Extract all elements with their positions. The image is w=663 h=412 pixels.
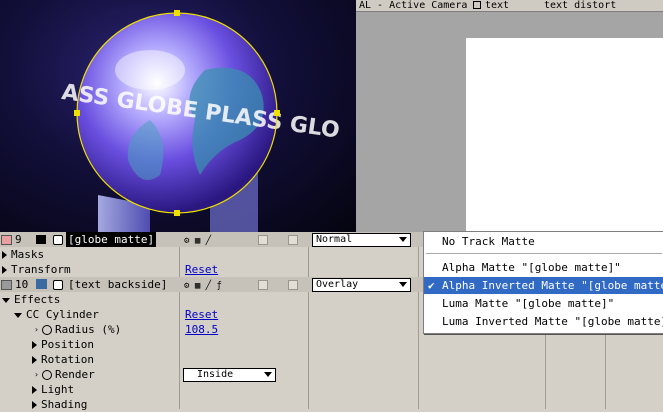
menu-item-luma-inverted-matte[interactable]: Luma Inverted Matte "[globe matte]" [424,313,663,330]
cc-reset-link[interactable]: Reset [185,307,218,322]
radius-value[interactable]: 108.5 [185,322,218,337]
menu-item-alpha-inverted-matte[interactable]: ✔ Alpha Inverted Matte "[globe matte]" [424,277,663,294]
light-row[interactable]: Light [0,382,663,397]
collapse-icon[interactable] [14,312,22,318]
switch-box[interactable] [288,235,298,245]
menu-separator [426,253,662,254]
tab-text[interactable]: text [482,0,512,11]
tab-text-distort[interactable]: text distort [541,0,619,11]
chevron-down-icon [399,237,407,242]
expand-icon[interactable] [2,251,7,259]
position-row[interactable]: Position [0,337,663,352]
expand-icon[interactable] [32,401,37,409]
menu-item-alpha-matte[interactable]: Alpha Matte "[globe matte]" [424,259,663,276]
close-icon[interactable] [473,1,482,9]
transform-reset-link[interactable]: Reset [185,262,218,277]
comp-canvas[interactable] [466,38,663,232]
menu-item-luma-matte[interactable]: Luma Matte "[globe matte]" [424,295,663,312]
chevron-down-icon [264,372,272,377]
layer-name[interactable]: [globe matte] [66,232,157,247]
shading-row[interactable]: Shading [0,397,663,412]
layer-icon [36,235,46,244]
rotation-row[interactable]: Rotation [0,352,663,367]
layer-type-icon [53,235,63,245]
stopwatch-icon[interactable] [42,325,52,335]
blend-mode-select[interactable]: Normal [312,233,411,247]
layer-color-label[interactable] [1,235,12,245]
globe-render: ASS GLOBE PLASS GLO [60,10,341,232]
layer-number: 10 [15,278,29,291]
tab-active-camera[interactable]: AL - Active Camera [356,0,484,11]
layer-name[interactable]: [text backside] [68,277,167,292]
expand-icon[interactable] [2,266,7,274]
layer-number: 9 [15,233,22,246]
layer-color-label[interactable] [1,280,12,290]
tab-strip: AL - Active Camera text text distort [356,0,663,12]
switch-box[interactable] [258,280,268,290]
expand-icon[interactable] [32,356,37,364]
composition-viewer[interactable]: ASS GLOBE PLASS GLO [0,0,356,232]
layer-icon [36,279,47,289]
chevron-down-icon [399,282,407,287]
layer-type-icon [53,280,63,290]
checkmark-icon: ✔ [428,279,435,292]
render-row[interactable]: › Render Inside [0,367,663,382]
stopwatch-icon[interactable] [42,370,52,380]
blend-mode-select[interactable]: Overlay [312,278,411,292]
switch-box[interactable] [258,235,268,245]
render-select[interactable]: Inside [183,368,276,382]
expand-icon[interactable] [32,386,37,394]
menu-item-no-track-matte[interactable]: No Track Matte [424,233,663,250]
expand-icon[interactable] [32,341,37,349]
collapse-icon[interactable] [2,297,10,303]
track-matte-menu: No Track Matte Alpha Matte "[globe matte… [423,231,663,334]
switch-box[interactable] [288,280,298,290]
